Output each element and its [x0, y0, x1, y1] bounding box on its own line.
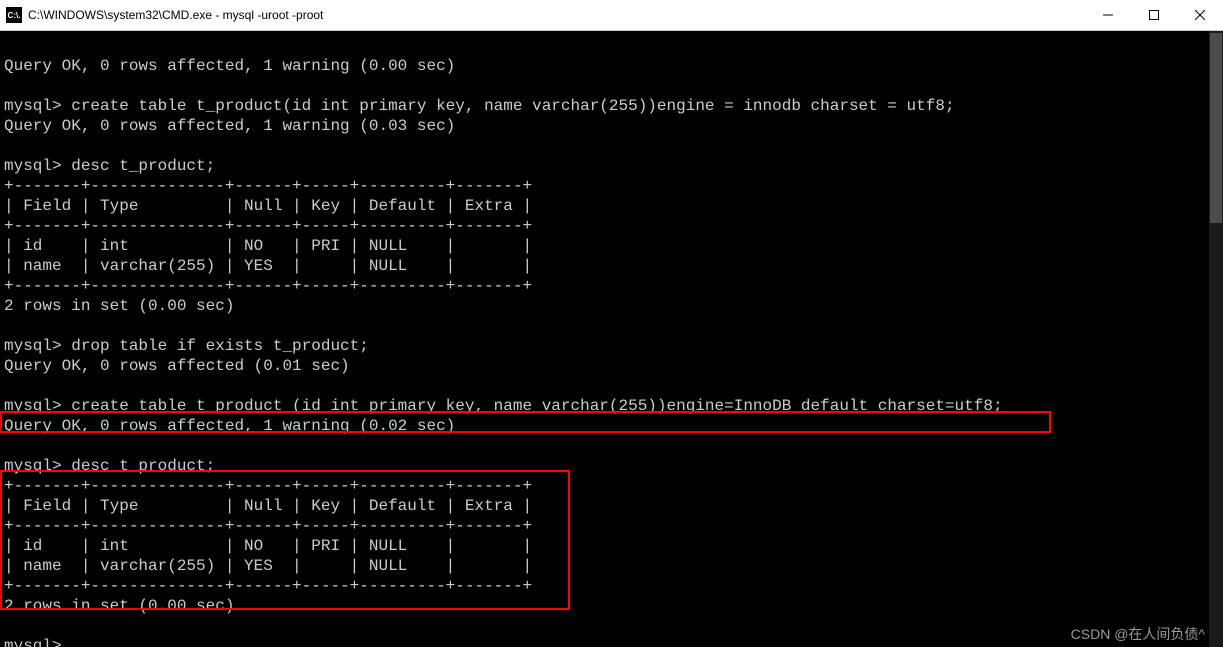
terminal[interactable]: Query OK, 0 rows affected, 1 warning (0.… [0, 31, 1223, 647]
output-line: +-------+--------------+------+-----+---… [4, 177, 532, 195]
window-controls [1085, 0, 1223, 30]
cmd-icon: C:\. [6, 7, 22, 23]
output-line: mysql> desc t_product; [4, 157, 215, 175]
scrollbar-thumb[interactable] [1210, 33, 1222, 223]
output-line: | name | varchar(255) | YES | | NULL | | [4, 257, 532, 275]
scrollbar-track[interactable] [1209, 31, 1223, 647]
output-line: Query OK, 0 rows affected, 1 warning (0.… [4, 417, 455, 435]
output-line: +-------+--------------+------+-----+---… [4, 517, 532, 535]
output-line: | id | int | NO | PRI | NULL | | [4, 537, 532, 555]
output-line: +-------+--------------+------+-----+---… [4, 577, 532, 595]
output-line: +-------+--------------+------+-----+---… [4, 477, 532, 495]
output-line: mysql> create table t_product (id int pr… [4, 397, 1003, 415]
titlebar: C:\. C:\WINDOWS\system32\CMD.exe - mysql… [0, 0, 1223, 31]
output-line: | Field | Type | Null | Key | Default | … [4, 197, 532, 215]
output-line: 2 rows in set (0.00 sec) [4, 597, 234, 615]
output-line: | name | varchar(255) | YES | | NULL | | [4, 557, 532, 575]
output-line: mysql> drop table if exists t_product; [4, 337, 369, 355]
window-title: C:\WINDOWS\system32\CMD.exe - mysql -uro… [28, 8, 323, 22]
output-line: +-------+--------------+------+-----+---… [4, 217, 532, 235]
output-line: 2 rows in set (0.00 sec) [4, 297, 234, 315]
output-line: Query OK, 0 rows affected, 1 warning (0.… [4, 117, 455, 135]
titlebar-left: C:\. C:\WINDOWS\system32\CMD.exe - mysql… [0, 7, 323, 23]
output-line: | Field | Type | Null | Key | Default | … [4, 497, 532, 515]
output-line: +-------+--------------+------+-----+---… [4, 277, 532, 295]
maximize-button[interactable] [1131, 0, 1177, 30]
terminal-output[interactable]: Query OK, 0 rows affected, 1 warning (0.… [0, 31, 1209, 647]
minimize-button[interactable] [1085, 0, 1131, 30]
output-line: Query OK, 0 rows affected (0.01 sec) [4, 357, 350, 375]
watermark: CSDN @在人间负债^ [1071, 624, 1205, 644]
close-button[interactable] [1177, 0, 1223, 30]
output-line: mysql> create table t_product(id int pri… [4, 97, 955, 115]
output-line: mysql> desc t_product; [4, 457, 215, 475]
output-line: mysql> [4, 637, 62, 647]
output-line: Query OK, 0 rows affected, 1 warning (0.… [4, 57, 455, 75]
output-line: | id | int | NO | PRI | NULL | | [4, 237, 532, 255]
